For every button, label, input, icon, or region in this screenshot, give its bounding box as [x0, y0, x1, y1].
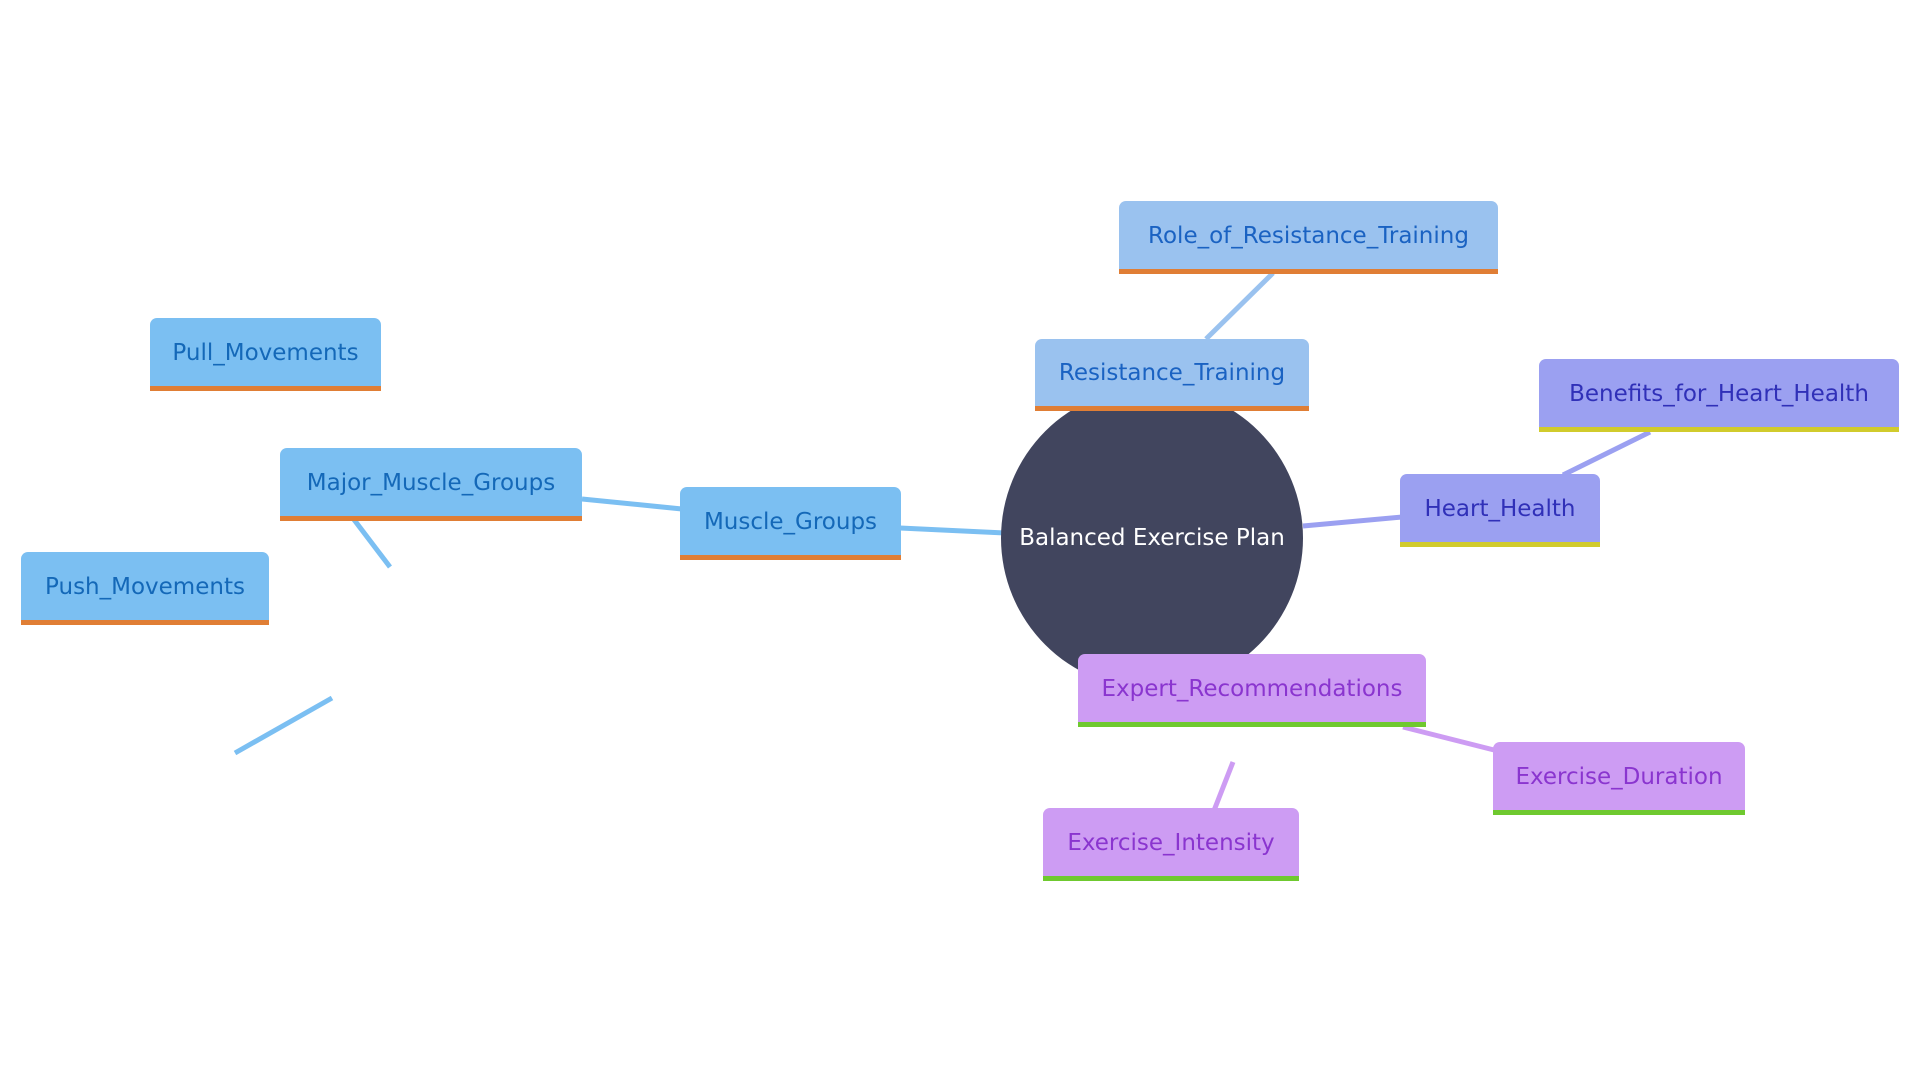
edge-expert-duration — [1402, 724, 1499, 754]
edges-layer — [233, 271, 1652, 878]
node-underline — [1493, 810, 1745, 815]
node-label: Push_Movements — [45, 573, 245, 600]
node-label: Expert_Recommendations — [1101, 675, 1403, 702]
node-underline — [680, 555, 901, 560]
node-underline — [1078, 722, 1426, 727]
node-exercise-duration[interactable]: Exercise_Duration — [1493, 742, 1745, 815]
node-label: Benefits_for_Heart_Health — [1569, 380, 1869, 407]
root-node[interactable]: Balanced Exercise Plan — [1001, 387, 1303, 689]
node-label: Resistance_Training — [1058, 360, 1286, 386]
edge-muscle-major — [581, 496, 683, 512]
node-pull-movements[interactable]: Pull_Movements — [150, 318, 381, 391]
node-resistance-training[interactable]: Resistance_Training — [1035, 339, 1309, 411]
node-label: Major_Muscle_Groups — [306, 469, 556, 496]
node-label: Exercise_Intensity — [1067, 829, 1275, 856]
node-exercise-intensity[interactable]: Exercise_Intensity — [1043, 808, 1299, 881]
node-underline — [21, 620, 269, 625]
node-benefits-for-heart-health[interactable]: Benefits_for_Heart_Health — [1539, 359, 1899, 432]
root-label: Balanced Exercise Plan — [1019, 525, 1285, 551]
node-underline — [1035, 406, 1309, 411]
node-muscle-groups[interactable]: Muscle_Groups — [680, 487, 901, 560]
edge-root-muscle-groups — [899, 525, 1006, 536]
node-underline — [1400, 542, 1600, 547]
node-label: Role_of_Resistance_Training — [1148, 222, 1469, 249]
node-push-movements[interactable]: Push_Movements — [21, 552, 269, 625]
node-label: Exercise_Duration — [1515, 763, 1723, 790]
edge-heart-benefits — [1561, 429, 1652, 478]
edge-root-heart — [1302, 514, 1403, 529]
edge-resistance-role — [1204, 271, 1275, 341]
node-underline — [280, 516, 582, 521]
node-underline — [150, 386, 381, 391]
node-heart-health[interactable]: Heart_Health — [1400, 474, 1600, 547]
node-role-of-resistance-training[interactable]: Role_of_Resistance_Training — [1119, 201, 1498, 274]
node-underline — [1043, 876, 1299, 881]
edge-major-push — [233, 695, 334, 756]
node-major-muscle-groups[interactable]: Major_Muscle_Groups — [280, 448, 582, 521]
node-underline — [1119, 269, 1498, 274]
node-label: Pull_Movements — [172, 339, 359, 366]
node-expert-recommendations[interactable]: Expert_Recommendations — [1078, 654, 1426, 727]
node-underline — [1539, 427, 1899, 432]
node-label: Heart_Health — [1424, 495, 1576, 522]
node-label: Muscle_Groups — [703, 508, 878, 535]
